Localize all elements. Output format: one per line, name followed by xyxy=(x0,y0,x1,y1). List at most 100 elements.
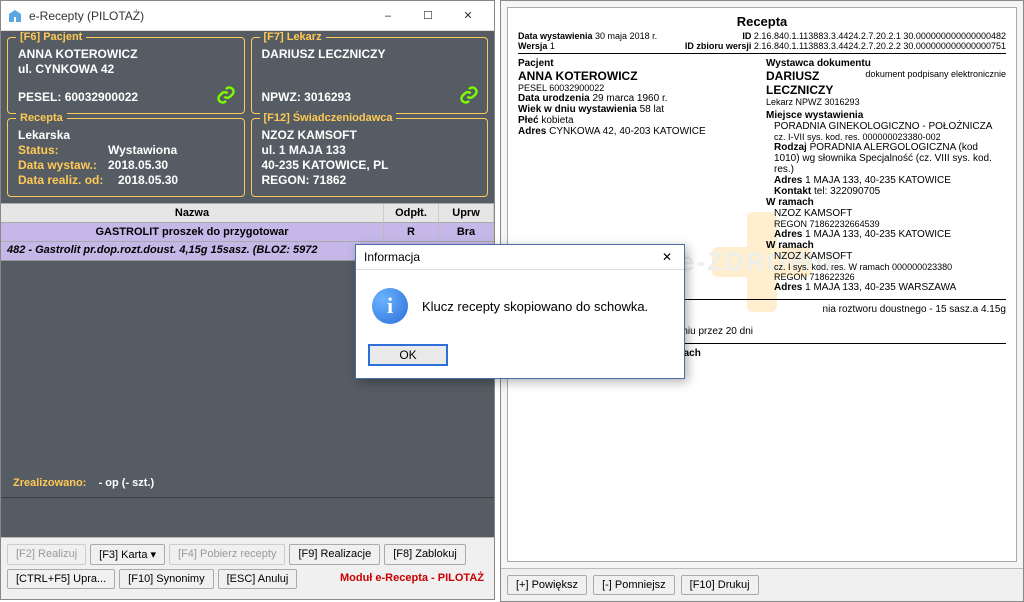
recepta-type: Lekarska xyxy=(18,128,234,142)
row-odpl: R xyxy=(384,223,439,241)
doc-patient-dob-label: Data urodzenia xyxy=(518,93,590,104)
doc-patient-pesel-label: PESEL xyxy=(518,83,547,93)
doc-version-value: 1 xyxy=(550,41,555,51)
preview-toolbar: [+] Powiększ [-] Pomniejsz [F10] Drukuj xyxy=(501,568,1023,601)
summary-value: - op (- szt.) xyxy=(99,477,155,489)
modal-message: Klucz recepty skopiowano do schowka. xyxy=(422,299,648,314)
doc-issuer-wramach2-addr-lbl: Adres xyxy=(774,282,802,293)
link-icon[interactable] xyxy=(216,85,236,105)
col-name[interactable]: Nazwa xyxy=(1,204,384,222)
upra-button[interactable]: [CTRL+F5] Upra... xyxy=(7,569,115,589)
realizacje-button[interactable]: [F9] Realizacje xyxy=(289,544,380,565)
row-name: GASTROLIT proszek do przygotowar xyxy=(1,223,384,241)
doc-setid-value: 2.16.840.1.113883.3.4424.2.7.20.2.2 30.0… xyxy=(754,41,1006,51)
doc-issuer-wramach1-addr-lbl: Adres xyxy=(774,229,802,240)
doctor-name: DARIUSZ LECZNICZY xyxy=(262,47,478,61)
maximize-button[interactable]: ☐ xyxy=(408,2,448,30)
list-header: Nazwa Odpłt. Uprw xyxy=(1,203,494,223)
regon-label: REGON: xyxy=(262,173,310,187)
doc-issuer-rodzaj-lbl: Rodzaj xyxy=(774,142,807,153)
modal-body: i Klucz recepty skopiowano do schowka. xyxy=(356,270,684,338)
patient-name: ANNA KOTEROWICZ xyxy=(18,47,234,61)
doc-meta: Data wystawienia 30 maja 2018 r. Wersja … xyxy=(518,31,1006,54)
zablokuj-button[interactable]: [F8] Zablokuj xyxy=(384,544,466,565)
regon-value: 71862 xyxy=(313,173,346,187)
doc-version-label: Wersja xyxy=(518,41,547,51)
npwz-label: NPWZ: xyxy=(262,90,301,104)
doc-id-label: ID xyxy=(742,31,751,41)
zoom-out-button[interactable]: [-] Pomniejsz xyxy=(593,575,675,595)
provider-name: NZOZ KAMSOFT xyxy=(262,128,478,142)
titlebar: e-Recepty (PILOTAŻ) – ☐ ✕ xyxy=(1,1,494,31)
doc-issuer-kontakt: tel: 322090705 xyxy=(814,186,880,197)
patient-address: ul. CYNKOWA 42 xyxy=(18,62,234,76)
provider-address2: 40-235 KATOWICE, PL xyxy=(262,158,478,172)
status-value: Wystawiona xyxy=(108,143,177,157)
doc-issuer-wramach2-code: 000000023380 xyxy=(892,262,952,272)
anuluj-button[interactable]: [ESC] Anuluj xyxy=(218,569,298,589)
ok-button[interactable]: OK xyxy=(368,344,448,366)
doc-issuer-wramach1-name: NZOZ KAMSOFT xyxy=(774,208,1006,219)
zoom-in-button[interactable]: [+] Powiększ xyxy=(507,575,587,595)
provider-legend: [F12] Świadczeniodawca xyxy=(260,112,397,124)
doc-issued-value: 30 maja 2018 r. xyxy=(595,31,657,41)
doc-patient-age: 58 lat xyxy=(640,104,664,115)
pobierz-button[interactable]: [F4] Pobierz recepty xyxy=(169,544,285,565)
close-button[interactable]: ✕ xyxy=(448,2,488,30)
top-info-grid: [F6] Pacjent ANNA KOTEROWICZ ul. CYNKOWA… xyxy=(1,31,494,203)
list-row[interactable]: GASTROLIT proszek do przygotowar R Bra xyxy=(1,223,494,242)
recepta-box: Recepta Lekarska Status:Wystawiona Data … xyxy=(7,118,245,197)
doc-issued-label: Data wystawienia xyxy=(518,31,593,41)
doc-issuer-npwz-label: Lekarz NPWZ xyxy=(766,97,822,107)
doc-setid-label: ID zbioru wersji xyxy=(685,41,752,51)
col-uprw[interactable]: Uprw xyxy=(439,204,494,222)
doc-issuer-place-name: PORADNIA GINEKOLOGICZNO - POŁOŻNICZA xyxy=(774,121,1006,132)
doc-issuer-wramach2-name: NZOZ KAMSOFT xyxy=(774,251,1006,262)
doc-patient-dob: 29 marca 1960 r. xyxy=(592,93,667,104)
print-button[interactable]: [F10] Drukuj xyxy=(681,575,759,595)
modal-close-button[interactable]: ✕ xyxy=(658,250,676,264)
doc-issuer-place-sub: cz. I-VII sys. kod. res. 000000023380-00… xyxy=(774,132,1006,142)
modal-title-text: Informacja xyxy=(364,250,420,264)
summary-line: Zrealizowano: - op (- szt.) xyxy=(1,469,494,497)
doc-issuer-rodzaj: PORADNIA ALERGOLOGICZNA (kod 1010) wg sł… xyxy=(774,142,992,175)
doc-patient-age-label: Wiek w dniu wystawienia xyxy=(518,104,637,115)
col-odpl[interactable]: Odpłt. xyxy=(384,204,439,222)
pesel-value: 60032900022 xyxy=(65,90,138,104)
doc-issuer-addr: 1 MAJA 133, 40-235 KATOWICE xyxy=(805,175,951,186)
doc-issuer-wramach1-hdr: W ramach xyxy=(766,197,1006,208)
window-title: e-Recepty (PILOTAŻ) xyxy=(29,9,368,23)
modal-titlebar: Informacja ✕ xyxy=(356,245,684,270)
doc-issuer-wramach2-addr: 1 MAJA 133, 40-235 WARSZAWA xyxy=(805,282,956,293)
link-icon[interactable] xyxy=(459,85,479,105)
modal-actions: OK xyxy=(356,338,684,378)
info-dialog: Informacja ✕ i Klucz recepty skopiowano … xyxy=(355,244,685,379)
summary-label: Zrealizowano: xyxy=(13,477,86,489)
window-controls: – ☐ ✕ xyxy=(368,2,488,30)
pesel-label: PESEL: xyxy=(18,90,61,104)
issued-label: Data wystaw.: xyxy=(18,158,108,172)
info-icon: i xyxy=(372,288,408,324)
npwz-value: 3016293 xyxy=(304,90,351,104)
patient-legend: [F6] Pacjent xyxy=(16,31,86,43)
realizuj-button[interactable]: [F2] Realizuj xyxy=(7,544,86,565)
doctor-box: [F7] Lekarz DARIUSZ LECZNICZY NPWZ: 3016… xyxy=(251,37,489,114)
doc-title: Recepta xyxy=(518,14,1006,29)
app-icon xyxy=(7,8,23,24)
bottom-dark-spacer xyxy=(1,497,494,537)
doc-issuer-kontakt-lbl: Kontakt xyxy=(774,186,811,197)
from-value: 2018.05.30 xyxy=(118,173,178,187)
doc-issuer-wramach2-regon-lbl: REGON xyxy=(774,272,807,282)
doc-issuer-wramach2-regon: 718622326 xyxy=(810,272,855,282)
doc-patient-name: ANNA KOTEROWICZ xyxy=(518,69,758,83)
provider-address1: ul. 1 MAJA 133 xyxy=(262,143,478,157)
karta-button[interactable]: [F3] Karta ▾ xyxy=(90,544,165,565)
bottom-toolbar: [F2] Realizuj [F3] Karta ▾ [F4] Pobierz … xyxy=(1,537,494,599)
doc-patient-addr-label: Adres xyxy=(518,126,546,137)
minimize-button[interactable]: – xyxy=(368,2,408,30)
row-uprw: Bra xyxy=(439,223,494,241)
patient-box: [F6] Pacjent ANNA KOTEROWICZ ul. CYNKOWA… xyxy=(7,37,245,114)
doc-issuer-addr-lbl: Adres xyxy=(774,175,802,186)
status-label: Status: xyxy=(18,143,108,157)
synonimy-button[interactable]: [F10] Synonimy xyxy=(119,569,213,589)
